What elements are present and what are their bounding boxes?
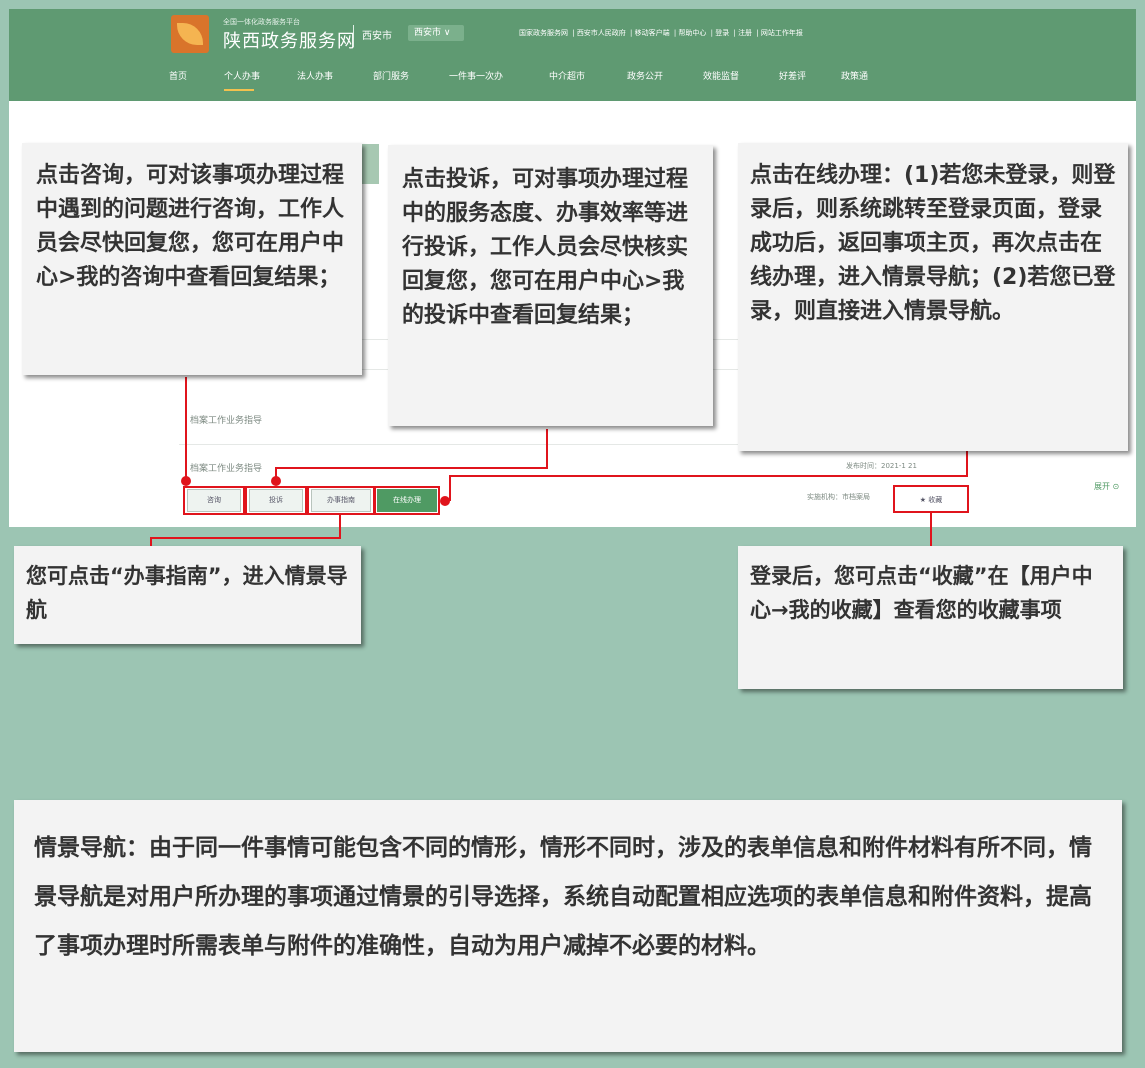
logo-subtitle: 全国一体化政务服务平台 <box>223 18 300 26</box>
highlight-complaint <box>245 486 307 515</box>
callout-complaint: 点击投诉，可对事项办理过程中的服务态度、办事效率等进行投诉，工作人员会尽快核实回… <box>388 145 713 426</box>
connector-consult <box>185 377 187 481</box>
expand-link[interactable]: 展开 ⊙ <box>1094 481 1119 492</box>
nav-agency[interactable]: 中介超市 <box>549 69 585 82</box>
connector-guide <box>339 515 341 527</box>
nav-active-indicator <box>224 89 254 91</box>
connector-guide <box>150 537 341 539</box>
nav-rating[interactable]: 好差评 <box>779 69 806 82</box>
callout-summary: 情景导航：由于同一件事情可能包含不同的情形，情形不同时，涉及的表单信息和附件材料… <box>14 800 1122 1052</box>
org-label: 实施机构：市档案局 <box>807 493 870 501</box>
header-divider <box>353 25 354 47</box>
connector-online <box>966 451 968 477</box>
login-link[interactable]: 登录 <box>715 29 729 37</box>
connector-favorite <box>930 513 932 527</box>
callout-online-text: 点击在线办理：(1)若您未登录，则登录后，则系统跳转至登录页面，登录成功后，返回… <box>750 163 1116 324</box>
nav-home[interactable]: 首页 <box>169 69 187 82</box>
highlight-consult <box>183 486 245 515</box>
chevron-down-icon: ⊙ <box>1112 482 1120 491</box>
item-title[interactable]: 档案工作业务指导 <box>190 413 262 426</box>
callout-guide-text: 您可点击“办事指南”，进入情景导航 <box>26 564 348 622</box>
nav-legal[interactable]: 法人办事 <box>297 69 333 82</box>
nav-personal[interactable]: 个人办事 <box>224 69 260 82</box>
callout-summary-text: 情景导航：由于同一件事情可能包含不同的情形，情形不同时，涉及的表单信息和附件材料… <box>34 835 1092 959</box>
top-link[interactable]: 国家政务服务网 <box>519 29 568 37</box>
connector-dot <box>181 476 191 486</box>
nav-department[interactable]: 部门服务 <box>373 69 409 82</box>
nav-public[interactable]: 政务公开 <box>627 69 663 82</box>
logo-title[interactable]: 陕西政务服务网 <box>223 27 356 53</box>
site-logo-icon[interactable] <box>171 15 209 53</box>
nav-policy[interactable]: 政策通 <box>841 69 868 82</box>
highlight-guide <box>307 486 375 515</box>
callout-favorite: 登录后，您可点击“收藏”在【用户中心→我的收藏】查看您的收藏事项 <box>738 546 1123 689</box>
nav-one-thing[interactable]: 一件事一次办 <box>449 69 503 82</box>
callout-consult-text: 点击咨询，可对该事项办理过程中遇到的问题进行咨询，工作人员会尽快回复您，您可在用… <box>36 163 345 290</box>
connector-online <box>449 475 968 477</box>
connector-online <box>449 475 451 501</box>
top-link[interactable]: 网站工作年报 <box>761 29 803 37</box>
callout-favorite-text: 登录后，您可点击“收藏”在【用户中心→我的收藏】查看您的收藏事项 <box>750 564 1093 622</box>
callout-guide: 您可点击“办事指南”，进入情景导航 <box>14 546 361 644</box>
callout-complaint-text: 点击投诉，可对事项办理过程中的服务态度、办事效率等进行投诉，工作人员会尽快核实回… <box>402 167 689 328</box>
connector-complaint <box>546 429 548 469</box>
top-link[interactable]: 移动客户端 <box>635 29 670 37</box>
register-link[interactable]: 注册 <box>738 29 752 37</box>
top-link[interactable]: 帮助中心 <box>678 29 706 37</box>
callout-online: 点击在线办理：(1)若您未登录，则登录后，则系统跳转至登录页面，登录成功后，返回… <box>738 143 1128 451</box>
connector-dot <box>271 476 281 486</box>
highlight-online <box>374 486 440 515</box>
highlight-favorite <box>893 485 969 513</box>
top-link[interactable]: 西安市人民政府 <box>577 29 626 37</box>
city-label: 西安市 <box>362 31 392 42</box>
connector-dot <box>440 496 450 506</box>
expand-label: 展开 <box>1094 482 1110 491</box>
nav-supervise[interactable]: 效能监督 <box>703 69 739 82</box>
connector-favorite <box>930 527 932 547</box>
top-links: 国家政务服务网 | 西安市人民政府 | 移动客户端 | 帮助中心 | 登录 | … <box>519 29 803 37</box>
publish-time: 发布时间：2021-1 21 <box>846 462 917 470</box>
connector-complaint <box>275 467 548 469</box>
city-select[interactable]: 西安市 ∨ <box>408 25 464 41</box>
callout-consult: 点击咨询，可对该事项办理过程中遇到的问题进行咨询，工作人员会尽快回复您，您可在用… <box>22 143 362 375</box>
item-title[interactable]: 档案工作业务指导 <box>190 461 262 474</box>
